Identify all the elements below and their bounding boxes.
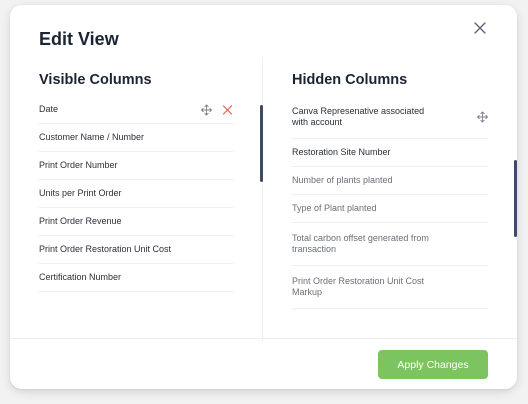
column-label: Customer Name / Number xyxy=(39,131,145,142)
column-label: Total carbon offset generated from trans… xyxy=(292,232,429,255)
column-label: Date xyxy=(39,103,59,114)
dialog-title: Edit View xyxy=(39,29,119,49)
visible-column-item[interactable]: Print Order Number xyxy=(39,152,233,180)
visible-columns-list: Date Customer Name / Number Print Order … xyxy=(39,96,233,292)
hidden-column-item[interactable]: Restoration Site Number xyxy=(292,139,488,167)
hidden-column-item[interactable]: Print Order Restoration Unit Cost Markup xyxy=(292,266,488,309)
apply-changes-button[interactable]: Apply Changes xyxy=(378,350,488,379)
hidden-column-item-canva-rep[interactable]: Canva Represenative associated with acco… xyxy=(292,96,488,139)
visible-column-item[interactable]: Print Order Revenue xyxy=(39,208,233,236)
visible-columns-heading: Visible Columns xyxy=(39,72,152,88)
column-divider xyxy=(262,57,263,341)
remove-icon[interactable] xyxy=(222,104,233,115)
row-actions xyxy=(477,111,488,123)
column-label: Certification Number xyxy=(39,271,122,282)
column-label: Print Order Revenue xyxy=(39,215,122,226)
visible-column-item-date[interactable]: Date xyxy=(39,96,233,124)
column-label: Print Order Restoration Unit Cost Markup xyxy=(292,275,425,298)
visible-column-item[interactable]: Customer Name / Number xyxy=(39,124,233,152)
hidden-columns-heading: Hidden Columns xyxy=(292,72,408,88)
visible-column-item[interactable]: Print Order Restoration Unit Cost xyxy=(39,236,233,264)
move-icon[interactable] xyxy=(477,111,488,123)
column-label: Print Order Restoration Unit Cost xyxy=(39,243,172,254)
hidden-columns-list: Canva Represenative associated with acco… xyxy=(292,96,488,309)
edit-view-dialog: Edit View Visible Columns Hidden Columns… xyxy=(10,5,517,389)
hidden-column-item[interactable]: Type of Plant planted xyxy=(292,195,488,223)
column-label: Restoration Site Number xyxy=(292,146,391,157)
column-label: Canva Represenative associated with acco… xyxy=(292,105,425,128)
hidden-column-item[interactable]: Number of plants planted xyxy=(292,167,488,195)
visible-column-item[interactable]: Certification Number xyxy=(39,264,233,292)
column-label: Type of Plant planted xyxy=(292,202,377,213)
column-label: Print Order Number xyxy=(39,159,118,170)
hidden-columns-scrollbar[interactable] xyxy=(514,160,517,237)
hidden-column-item[interactable]: Total carbon offset generated from trans… xyxy=(292,223,488,266)
column-label: Number of plants planted xyxy=(292,174,393,185)
row-actions xyxy=(201,104,233,115)
move-icon[interactable] xyxy=(201,104,212,115)
column-label: Units per Print Order xyxy=(39,187,122,198)
visible-columns-scrollbar[interactable] xyxy=(260,105,263,182)
close-icon[interactable] xyxy=(473,21,487,35)
visible-column-item[interactable]: Units per Print Order xyxy=(39,180,233,208)
